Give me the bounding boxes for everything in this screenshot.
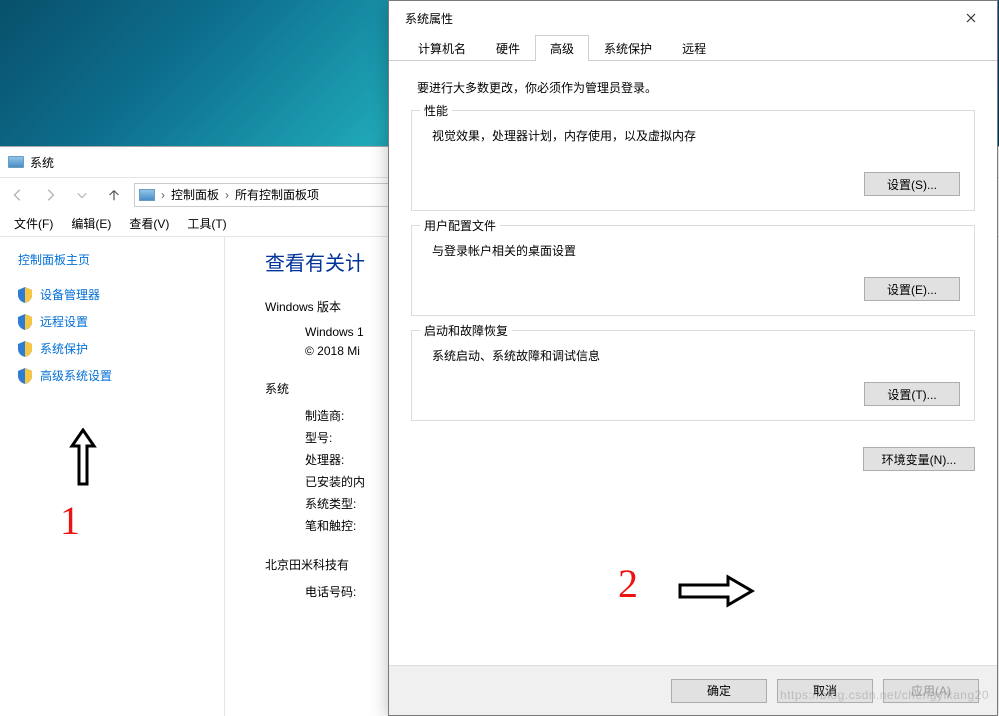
- sidebar-item-label: 高级系统设置: [40, 367, 112, 384]
- sidebar-home-link[interactable]: 控制面板主页: [18, 251, 206, 268]
- menu-view[interactable]: 查看(V): [129, 215, 169, 232]
- tab-system-protection[interactable]: 系统保护: [589, 35, 667, 61]
- shield-icon: [18, 341, 32, 357]
- sidebar-item-device-manager[interactable]: 设备管理器: [18, 286, 206, 303]
- sidebar-item-protection[interactable]: 系统保护: [18, 340, 206, 357]
- breadcrumb-seg[interactable]: 所有控制面板项: [235, 186, 319, 203]
- shield-icon: [18, 368, 32, 384]
- chevron-right-icon: ›: [225, 188, 229, 202]
- dialog-title: 系统属性: [405, 10, 453, 27]
- menu-tools[interactable]: 工具(T): [187, 215, 226, 232]
- nav-forward-icon[interactable]: [38, 183, 62, 207]
- sidebar-item-label: 设备管理器: [40, 286, 100, 303]
- sidebar-item-label: 系统保护: [40, 340, 88, 357]
- ok-button[interactable]: 确定: [671, 679, 767, 703]
- shield-icon: [18, 314, 32, 330]
- sidebar-item-remote[interactable]: 远程设置: [18, 313, 206, 330]
- tab-computer-name[interactable]: 计算机名: [403, 35, 481, 61]
- computer-icon: [8, 156, 24, 168]
- profiles-settings-button[interactable]: 设置(E)...: [864, 277, 960, 301]
- tab-hardware[interactable]: 硬件: [481, 35, 535, 61]
- group-legend: 性能: [420, 102, 452, 119]
- performance-settings-button[interactable]: 设置(S)...: [864, 172, 960, 196]
- menu-edit[interactable]: 编辑(E): [71, 215, 111, 232]
- tabstrip: 计算机名 硬件 高级 系统保护 远程: [389, 35, 997, 61]
- close-button[interactable]: [949, 4, 993, 32]
- group-startup-recovery: 启动和故障恢复 系统启动、系统故障和调试信息 设置(T)...: [411, 330, 975, 421]
- annotation-arrow-icon: [68, 428, 98, 488]
- sidebar-item-advanced[interactable]: 高级系统设置: [18, 367, 206, 384]
- startup-settings-button[interactable]: 设置(T)...: [864, 382, 960, 406]
- environment-variables-button[interactable]: 环境变量(N)...: [863, 447, 975, 471]
- nav-up-icon[interactable]: [102, 183, 126, 207]
- annotation-number-2: 2: [618, 560, 638, 607]
- watermark-text: https://blog.csdn.net/chengyikang20: [780, 688, 989, 702]
- tab-advanced[interactable]: 高级: [535, 35, 589, 61]
- computer-icon: [139, 189, 155, 201]
- nav-recent-icon[interactable]: [70, 183, 94, 207]
- group-desc: 系统启动、系统故障和调试信息: [432, 347, 960, 364]
- menu-file[interactable]: 文件(F): [14, 215, 53, 232]
- tab-remote[interactable]: 远程: [667, 35, 721, 61]
- shield-icon: [18, 287, 32, 303]
- annotation-arrow-icon: [676, 573, 756, 609]
- group-desc: 视觉效果，处理器计划，内存使用，以及虚拟内存: [432, 127, 960, 144]
- group-legend: 启动和故障恢复: [420, 322, 512, 339]
- group-legend: 用户配置文件: [420, 217, 500, 234]
- admin-intro-text: 要进行大多数更改，你必须作为管理员登录。: [417, 79, 975, 96]
- nav-back-icon[interactable]: [6, 183, 30, 207]
- chevron-right-icon: ›: [161, 188, 165, 202]
- sidebar-item-label: 远程设置: [40, 313, 88, 330]
- annotation-number-1: 1: [60, 497, 80, 544]
- dialog-body: 要进行大多数更改，你必须作为管理员登录。 性能 视觉效果，处理器计划，内存使用，…: [389, 61, 997, 471]
- breadcrumb-seg[interactable]: 控制面板: [171, 186, 219, 203]
- sidebar: 控制面板主页 设备管理器 远程设置 系统保护: [0, 237, 225, 716]
- group-performance: 性能 视觉效果，处理器计划，内存使用，以及虚拟内存 设置(S)...: [411, 110, 975, 211]
- explorer-title: 系统: [30, 154, 54, 171]
- dialog-titlebar[interactable]: 系统属性: [389, 1, 997, 35]
- group-user-profiles: 用户配置文件 与登录帐户相关的桌面设置 设置(E)...: [411, 225, 975, 316]
- group-desc: 与登录帐户相关的桌面设置: [432, 242, 960, 259]
